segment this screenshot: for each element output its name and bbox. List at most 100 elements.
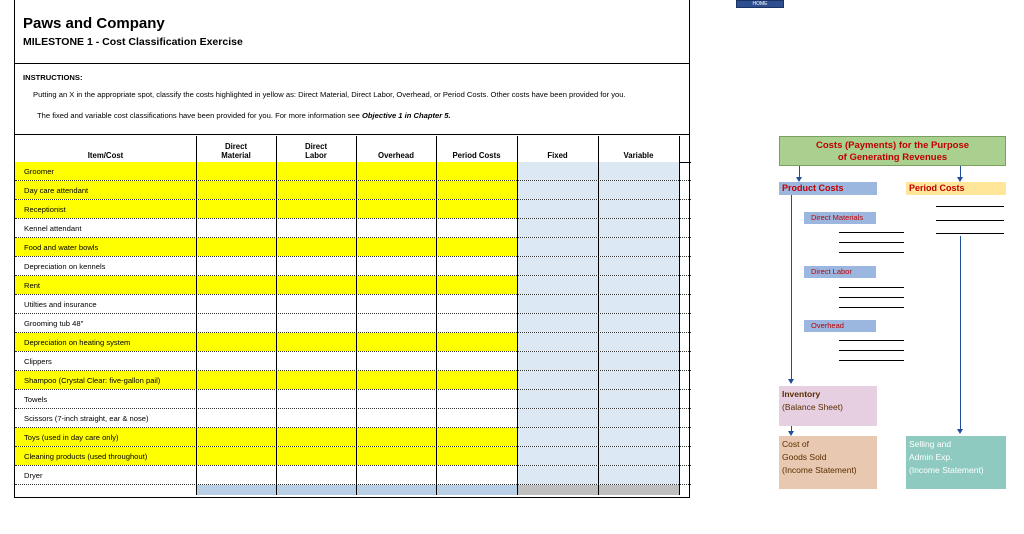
overhead-cell[interactable] [356,333,436,351]
period-costs-cell[interactable] [436,257,517,275]
period-costs-cell[interactable] [436,181,517,199]
overhead-cell[interactable] [356,466,436,484]
answer-line[interactable] [936,220,1004,221]
period-costs-cell[interactable] [436,371,517,389]
fixed-cell [517,466,598,484]
item-cost-cell: Grooming tub 48" [15,314,196,332]
direct-material-cell[interactable] [196,371,276,389]
answer-line[interactable] [839,242,904,243]
table-row: Food and water bowls [15,238,691,257]
fixed-cell [517,371,598,389]
period-costs-cell[interactable] [436,352,517,370]
column-divider [436,136,437,495]
overhead-cell[interactable] [356,352,436,370]
direct-material-cell[interactable] [196,333,276,351]
home-button[interactable]: HOME [736,0,784,8]
answer-line[interactable] [839,307,904,308]
direct-labor-cell[interactable] [276,390,356,408]
direct-labor-cell[interactable] [276,276,356,294]
period-costs-cell[interactable] [436,200,517,218]
direct-material-cell[interactable] [196,314,276,332]
answer-line[interactable] [839,350,904,351]
direct-material-cell[interactable] [196,390,276,408]
period-costs-cell[interactable] [436,428,517,446]
period-costs-cell[interactable] [436,409,517,427]
answer-line[interactable] [936,233,1004,234]
fixed-cell [517,181,598,199]
header-direct-labor: Direct Labor [304,142,328,160]
footer-cell [517,485,598,495]
period-costs-cell[interactable] [436,162,517,180]
answer-line[interactable] [839,232,904,233]
direct-material-cell[interactable] [196,200,276,218]
overhead-cell[interactable] [356,162,436,180]
item-cost-cell: Towels [15,390,196,408]
overhead-cell[interactable] [356,390,436,408]
table-row: Shampoo (Crystal Clear: five-gallon pail… [15,371,691,390]
overhead-cell[interactable] [356,428,436,446]
overhead-cell[interactable] [356,276,436,294]
direct-labor-cell[interactable] [276,219,356,237]
table-row: Utilties and insurance [15,295,691,314]
overhead-cell[interactable] [356,409,436,427]
overhead-cell[interactable] [356,181,436,199]
overhead-cell[interactable] [356,447,436,465]
table-header: Item/Cost Direct Material Direct Labor O… [15,136,691,163]
answer-line[interactable] [839,252,904,253]
direct-material-cell[interactable] [196,466,276,484]
period-costs-cell[interactable] [436,333,517,351]
direct-material-cell[interactable] [196,181,276,199]
period-costs-cell[interactable] [436,390,517,408]
period-costs-cell[interactable] [436,276,517,294]
direct-material-cell[interactable] [196,352,276,370]
answer-line[interactable] [839,287,904,288]
direct-material-cell[interactable] [196,238,276,256]
direct-labor-cell[interactable] [276,295,356,313]
period-costs-cell[interactable] [436,219,517,237]
period-costs-cell[interactable] [436,314,517,332]
overhead-cell[interactable] [356,238,436,256]
direct-labor-cell[interactable] [276,162,356,180]
direct-material-cell[interactable] [196,295,276,313]
overhead-cell[interactable] [356,200,436,218]
period-costs-cell[interactable] [436,447,517,465]
answer-line[interactable] [839,360,904,361]
overhead-cell[interactable] [356,257,436,275]
direct-material-cell[interactable] [196,428,276,446]
direct-material-cell[interactable] [196,276,276,294]
company-name: Paws and Company [23,15,165,32]
direct-labor-cell[interactable] [276,238,356,256]
arrow-head-selling-admin [957,429,963,434]
direct-labor-cell[interactable] [276,314,356,332]
period-costs-cell[interactable] [436,238,517,256]
direct-labor-cell[interactable] [276,409,356,427]
direct-labor-cell[interactable] [276,371,356,389]
cogs-line-1: Cost of [782,439,809,449]
direct-labor-cell[interactable] [276,257,356,275]
overhead-cell[interactable] [356,295,436,313]
direct-labor-cell[interactable] [276,181,356,199]
direct-material-cell[interactable] [196,447,276,465]
direct-labor-cell[interactable] [276,333,356,351]
answer-line[interactable] [839,340,904,341]
direct-labor-cell[interactable] [276,447,356,465]
period-costs-cell[interactable] [436,466,517,484]
direct-material-cell[interactable] [196,257,276,275]
period-costs-cell[interactable] [436,295,517,313]
table-row: Grooming tub 48" [15,314,691,333]
direct-material-cell[interactable] [196,409,276,427]
direct-material-cell[interactable] [196,219,276,237]
overhead-cell[interactable] [356,314,436,332]
variable-cell [598,352,679,370]
direct-labor-cell[interactable] [276,200,356,218]
direct-labor-cell[interactable] [276,428,356,446]
direct-labor-cell[interactable] [276,466,356,484]
overhead-cell[interactable] [356,371,436,389]
column-divider [598,136,599,495]
table-row: Day care attendant [15,181,691,200]
direct-material-cell[interactable] [196,162,276,180]
overhead-cell[interactable] [356,219,436,237]
answer-line[interactable] [936,206,1004,207]
answer-line[interactable] [839,297,904,298]
direct-labor-cell[interactable] [276,352,356,370]
